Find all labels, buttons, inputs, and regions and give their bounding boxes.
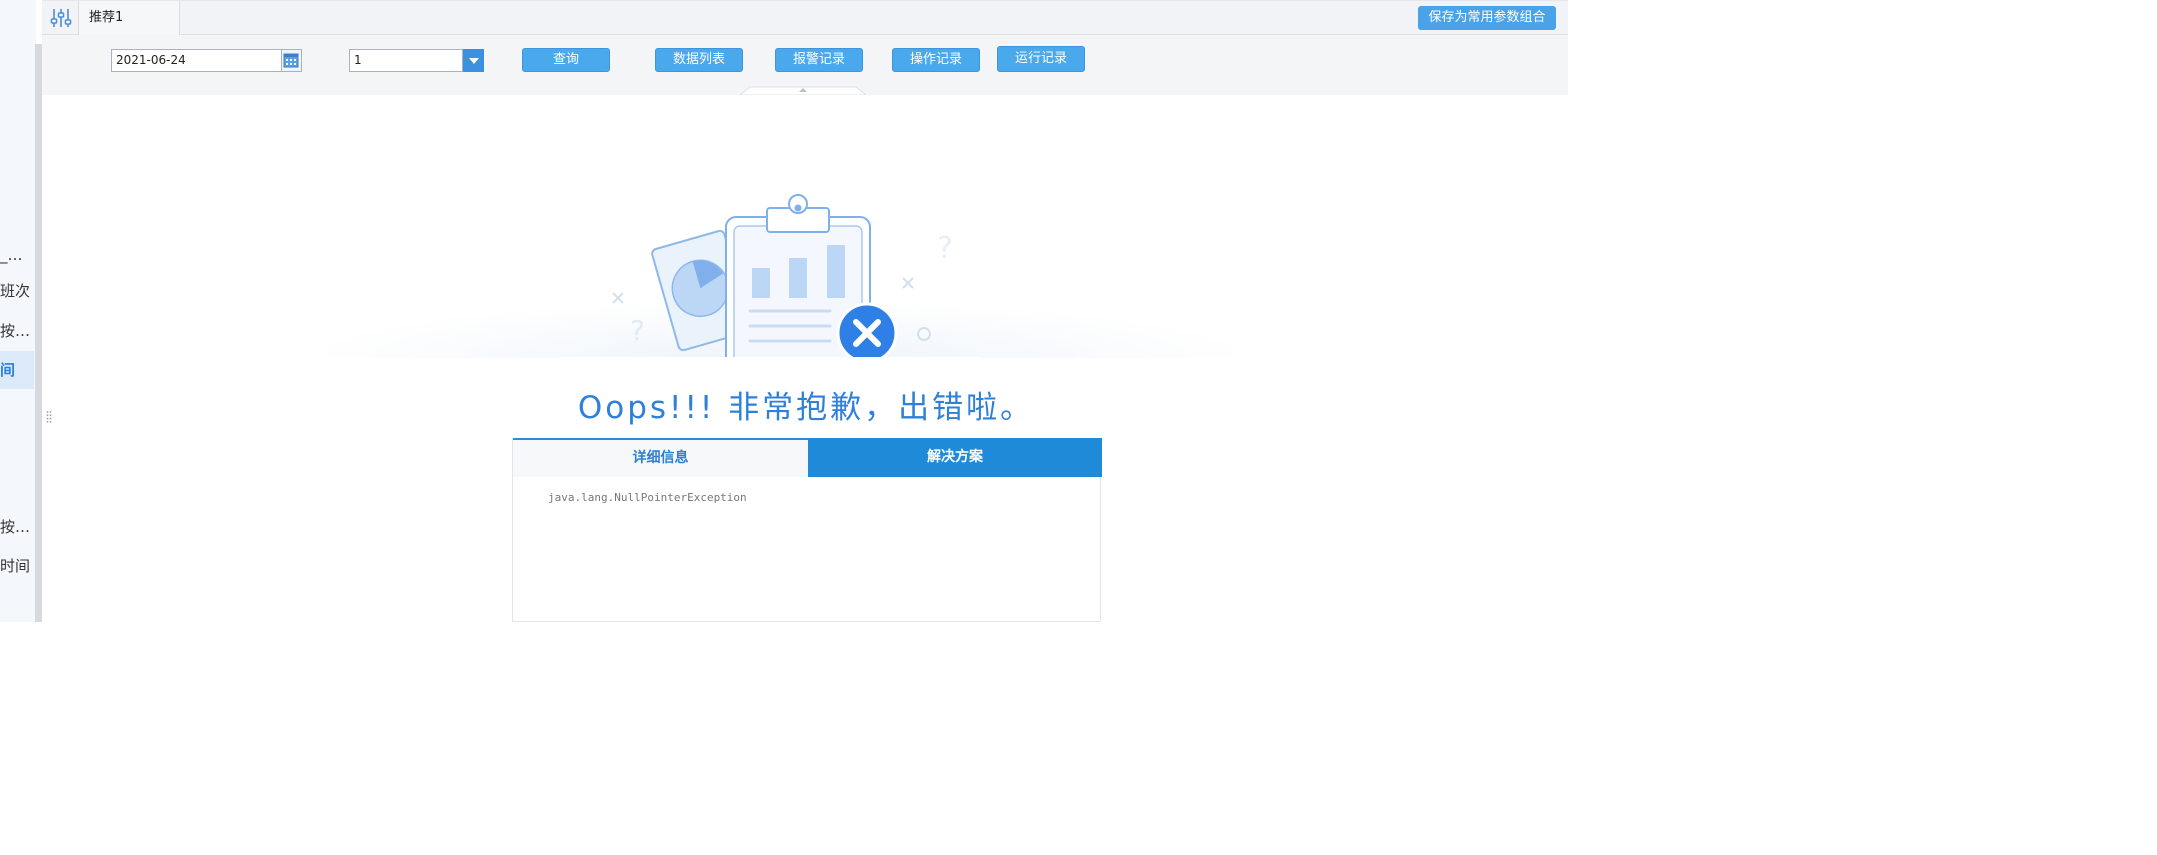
data-list-button[interactable]: 数据列表 <box>655 48 743 72</box>
sidebar-item-active[interactable]: 间 <box>0 351 34 389</box>
number-select[interactable]: 1 <box>349 49 463 72</box>
svg-text:?: ? <box>937 231 953 266</box>
save-param-combo-button[interactable]: 保存为常用参数组合 <box>1418 6 1556 30</box>
svg-text:?: ? <box>630 314 645 347</box>
sidebar-item[interactable]: 时间 <box>0 547 34 585</box>
calendar-icon <box>283 53 299 68</box>
query-toolbar: 2021-06-24 1 查询 数据列表 报警记录 操作记录 运行记录 <box>42 35 1568 95</box>
error-title: Oops!!! 非常抱歉，出错啦。 <box>577 390 1035 426</box>
exception-message: java.lang.NullPointerException <box>548 491 747 504</box>
collapse-toolbar-handle[interactable] <box>740 86 866 95</box>
sliders-icon[interactable] <box>50 7 72 29</box>
sidebar: _… 班次 按… 间 按… 时间 <box>0 0 36 622</box>
sidebar-item[interactable]: 按… <box>0 312 34 350</box>
sidebar-item[interactable]: _… <box>0 236 34 274</box>
tab-recommend[interactable]: 推荐1 <box>78 1 180 35</box>
run-records-button[interactable]: 运行记录 <box>997 46 1085 72</box>
sidebar-item[interactable]: 按… <box>0 508 34 546</box>
date-input[interactable]: 2021-06-24 <box>111 49 282 72</box>
sidebar-item[interactable]: 班次 <box>0 272 34 310</box>
error-clipboard-illustration: ? ? <box>560 194 980 360</box>
error-detail-panel: 详细信息 解决方案 java.lang.NullPointerException <box>512 438 1102 622</box>
tab-solution[interactable]: 解决方案 <box>808 438 1102 477</box>
chevron-down-icon[interactable] <box>463 49 484 72</box>
operation-records-button[interactable]: 操作记录 <box>892 48 980 72</box>
alarm-records-button[interactable]: 报警记录 <box>775 48 863 72</box>
query-button[interactable]: 查询 <box>522 48 610 72</box>
calendar-button[interactable] <box>282 49 302 72</box>
sidebar-scrollbar[interactable] <box>35 44 42 622</box>
tab-detail-info[interactable]: 详细信息 <box>513 438 808 477</box>
param-tab-bar: 推荐1 保存为常用参数组合 <box>42 0 1568 35</box>
